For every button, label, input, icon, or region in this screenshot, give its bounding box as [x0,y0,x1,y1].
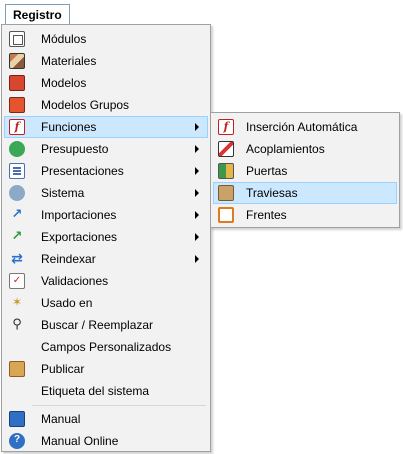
menu-item-campos-personalizados[interactable]: Campos Personalizados [4,336,208,358]
submenu-arrow-icon [195,233,199,241]
menu-item-label: Materiales [41,54,97,68]
menu-item-reindexar[interactable]: ⇄ Reindexar [4,248,208,270]
submenu-arrow-icon [195,189,199,197]
menu-item-materiales[interactable]: Materiales [4,50,208,72]
couplings-icon [218,141,234,157]
menu-item-label: Frentes [246,208,287,222]
menu-separator [32,405,206,406]
submenu-arrow-icon [195,211,199,219]
modules-icon [9,31,25,47]
crossbars-icon [218,185,234,201]
menu-item-label: Manual [41,412,81,426]
menu-item-funciones[interactable]: f Funciones [4,116,208,138]
menu-item-label: Puertas [246,164,288,178]
menu-item-label: Inserción Automática [246,120,358,134]
menu-item-manual[interactable]: Manual [4,408,208,430]
menu-item-manual-online[interactable]: ? Manual Online [4,430,208,452]
publish-icon [9,361,25,377]
submenu-item-puertas[interactable]: Puertas [213,160,397,182]
menu-item-label: Módulos [41,32,87,46]
submenu-arrow-icon [195,255,199,263]
validation-icon: ✓ [9,273,25,289]
menu-item-importaciones[interactable]: ↗ Importaciones [4,204,208,226]
menu-item-label: Importaciones [41,208,117,222]
menu-item-buscar-reemplazar[interactable]: ⚲ Buscar / Reemplazar [4,314,208,336]
doors-icon [218,163,234,179]
presentations-icon [9,163,25,179]
help-online-icon: ? [9,433,25,449]
budget-icon [9,141,25,157]
menu-item-label: Etiqueta del sistema [41,384,150,398]
import-icon: ↗ [11,207,23,221]
menu-item-label: Modelos [41,76,87,90]
menu-item-label: Buscar / Reemplazar [41,318,154,332]
funciones-submenu: f Inserción Automática Acoplamientos Pue… [210,112,400,228]
menu-item-modulos[interactable]: Módulos [4,28,208,50]
manual-book-icon [9,411,25,427]
menu-item-label: Presentaciones [41,164,124,178]
menu-registro-tab[interactable]: Registro [5,4,70,25]
menu-item-label: Sistema [41,186,85,200]
menu-item-exportaciones[interactable]: ↗ Exportaciones [4,226,208,248]
submenu-item-frentes[interactable]: Frentes [213,204,397,226]
fronts-icon [218,207,234,223]
menu-item-presupuesto[interactable]: Presupuesto [4,138,208,160]
menu-item-modelos[interactable]: Modelos [4,72,208,94]
model-groups-icon [9,97,25,113]
menu-item-label: Modelos Grupos [41,98,130,112]
menu-item-label: Campos Personalizados [41,340,172,354]
menu-item-label: Funciones [41,120,97,134]
submenu-arrow-icon [195,145,199,153]
menu-item-label: Validaciones [41,274,109,288]
menu-item-label: Acoplamientos [246,142,325,156]
submenu-item-acoplamientos[interactable]: Acoplamientos [213,138,397,160]
submenu-arrow-icon [195,123,199,131]
registro-dropdown-menu: Módulos Materiales Modelos Modelos Grupo… [1,24,211,452]
menu-item-etiqueta-sistema[interactable]: Etiqueta del sistema [4,380,208,402]
materials-icon [9,53,25,69]
function-icon: f [9,119,25,135]
menu-item-label: Manual Online [41,434,119,448]
menu-item-label: Reindexar [41,252,96,266]
models-icon [9,75,25,91]
menu-item-label: Traviesas [246,186,298,200]
system-gear-icon [9,185,25,201]
menu-item-publicar[interactable]: Publicar [4,358,208,380]
menu-item-modelos-grupos[interactable]: Modelos Grupos [4,94,208,116]
menu-item-usado-en[interactable]: ✶ Usado en [4,292,208,314]
submenu-item-traviesas[interactable]: Traviesas [213,182,397,204]
auto-insert-icon: f [218,119,234,135]
submenu-arrow-icon [195,167,199,175]
used-in-icon: ✶ [11,295,23,309]
export-icon: ↗ [11,229,23,243]
menu-item-label: Usado en [41,296,93,310]
search-icon: ⚲ [12,317,22,331]
menu-item-label: Presupuesto [41,142,109,156]
menu-item-label: Publicar [41,362,85,376]
menu-item-sistema[interactable]: Sistema [4,182,208,204]
submenu-item-insercion-automatica[interactable]: f Inserción Automática [213,116,397,138]
menu-item-label: Exportaciones [41,230,118,244]
menu-item-validaciones[interactable]: ✓ Validaciones [4,270,208,292]
menu-item-presentaciones[interactable]: Presentaciones [4,160,208,182]
reindex-icon: ⇄ [11,251,23,266]
